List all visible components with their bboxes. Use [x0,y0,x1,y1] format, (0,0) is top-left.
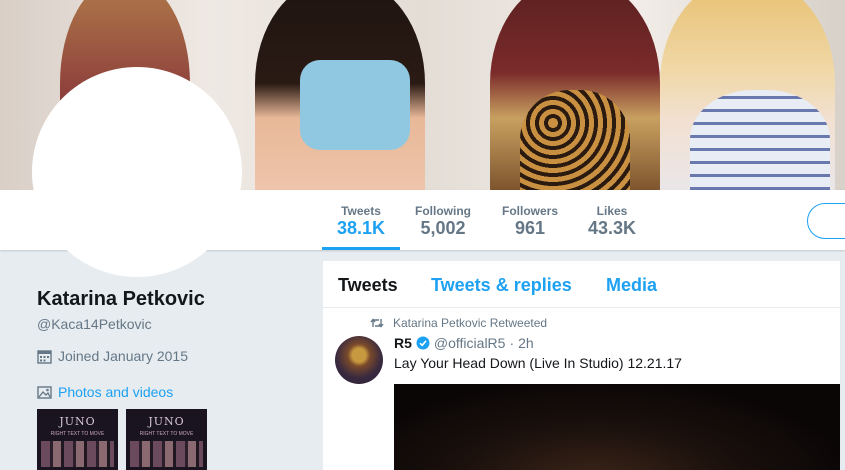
tweet-author-name[interactable]: R5 [394,335,412,351]
stat-label: Tweets [341,204,381,218]
thumbnail-photo-strip [41,441,114,467]
retweet-icon [370,318,384,328]
tweet-video-preview[interactable] [394,384,840,470]
tweet-time-separator: · [509,335,515,351]
profile-handle: @Kaca14Petkovic [37,316,152,332]
active-stat-underline [322,247,400,250]
stat-value: 38.1K [336,218,386,238]
tweet-header: R5 @officialR5 · 2h [394,335,534,351]
tweet-text: Lay Your Head Down (Live In Studio) 12.2… [394,355,682,371]
stat-tweets[interactable]: Tweets 38.1K [322,190,400,250]
thumbnail-subtitle: RIGHT TEXT TO MOVE [139,431,194,437]
joined-date: Joined January 2015 [37,348,188,364]
tab-media[interactable]: Media [606,275,657,296]
thumbnail-photo-strip [130,441,203,467]
tweet-author-avatar[interactable] [335,336,383,384]
tab-tweets[interactable]: Tweets [338,275,398,296]
media-thumbnail[interactable]: JUNO RIGHT TEXT TO MOVE [37,409,118,470]
profile-name[interactable]: Katarina Petkovic [37,288,205,311]
stat-label: Likes [596,204,628,218]
timeline: Tweets Tweets & replies Media Katarina P… [323,261,840,470]
thumbnail-subtitle: RIGHT TEXT TO MOVE [50,431,105,437]
thumbnail-title: JUNO [148,415,185,428]
stat-likes[interactable]: Likes 43.3K [584,190,640,250]
stat-label: Followers [501,204,558,218]
joined-text: Joined January 2015 [58,348,188,364]
stat-followers[interactable]: Followers 961 [496,190,564,250]
stat-value: 43.3K [587,218,637,238]
timeline-tabs: Tweets Tweets & replies Media [323,261,840,308]
thumbnail-title: JUNO [59,415,96,428]
tab-tweets-and-replies[interactable]: Tweets & replies [431,275,572,296]
retweet-context-text[interactable]: Katarina Petkovic Retweeted [393,316,547,330]
tweet-author-handle[interactable]: @officialR5 [434,335,506,351]
photo-icon [37,385,52,399]
stat-value: 5,002 [420,218,466,238]
tweet-timestamp[interactable]: 2h [518,335,534,351]
photos-and-videos-link[interactable]: Photos and videos [37,384,173,400]
follow-button[interactable] [807,203,845,239]
media-thumbnail[interactable]: JUNO RIGHT TEXT TO MOVE [126,409,207,470]
retweet-context: Katarina Petkovic Retweeted [370,316,547,330]
stat-following[interactable]: Following 5,002 [408,190,478,250]
stat-value: 961 [514,218,546,238]
calendar-icon [37,349,52,364]
verified-badge-icon [416,336,430,350]
photos-link-label: Photos and videos [58,384,174,400]
stat-label: Following [415,204,471,218]
avatar[interactable] [32,67,242,277]
